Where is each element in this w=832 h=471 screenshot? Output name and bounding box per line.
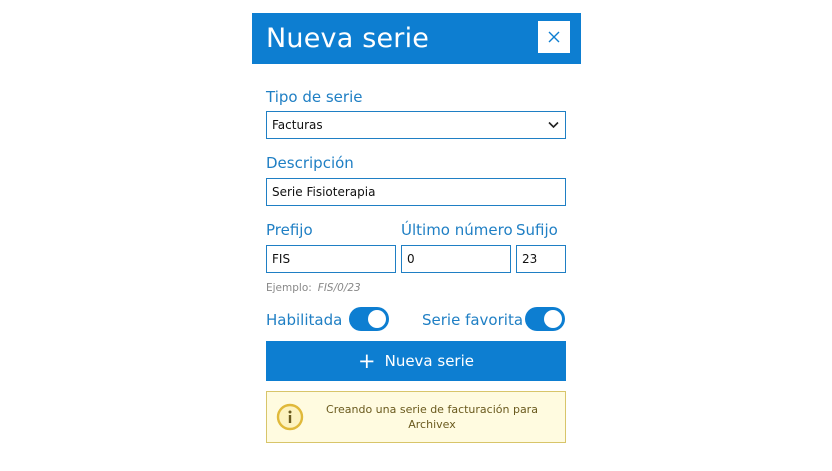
favorite-label: Serie favorita [422,311,524,329]
series-type-label: Tipo de serie [266,88,363,106]
description-input[interactable] [266,178,566,206]
enabled-toggle-knob [368,310,386,328]
last-number-label: Último número [401,221,513,239]
series-type-select[interactable]: Facturas [266,111,566,139]
favorite-toggle-knob [544,310,562,328]
new-series-button[interactable]: + Nueva serie [266,341,566,381]
suffix-label: Sufijo [516,221,558,239]
last-number-input[interactable] [401,245,511,273]
prefix-input[interactable] [266,245,396,273]
new-series-button-label: Nueva serie [384,352,474,370]
close-icon [548,31,560,43]
suffix-input[interactable] [516,245,566,273]
prefix-label: Prefijo [266,221,313,239]
series-type-value: Facturas [272,118,323,132]
info-message: Creando una serie de facturación para Ar… [266,391,566,443]
info-icon [276,403,304,431]
close-button[interactable] [538,21,570,53]
chevron-down-icon [548,121,559,129]
plus-icon: + [357,349,376,373]
description-label: Descripción [266,154,354,172]
example-value: FIS/0/23 [317,282,361,294]
dialog-header: Nueva serie [252,13,581,64]
info-text: Creando una serie de facturación para Ar… [326,403,538,431]
enabled-label: Habilitada [266,311,343,329]
example-hint: Ejemplo: FIS/0/23 [266,282,361,294]
enabled-toggle[interactable] [349,307,389,331]
example-label: Ejemplo: [266,282,312,294]
favorite-toggle[interactable] [525,307,565,331]
new-series-dialog: Nueva serie Tipo de serie Facturas Descr… [252,13,581,458]
dialog-title: Nueva serie [266,23,430,54]
